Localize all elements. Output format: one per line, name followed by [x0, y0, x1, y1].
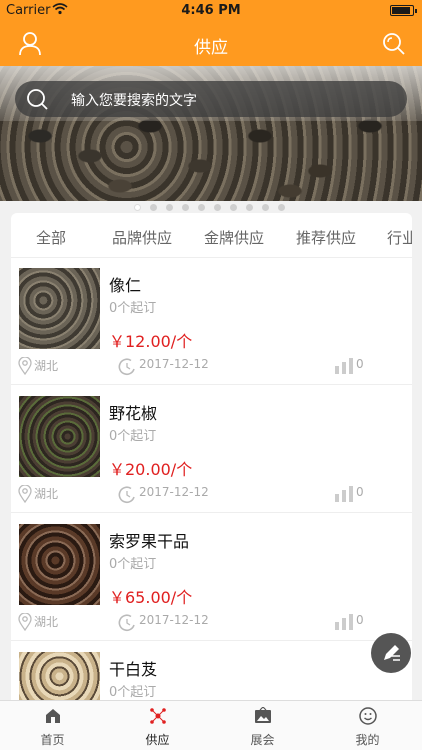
list-item[interactable]: 像仁 0个起订 ￥12.00/个 湖北 2017-12-12 0 — [11, 258, 412, 385]
product-price: ￥12.00/个 — [109, 332, 193, 351]
product-moq: 0个起订 — [109, 685, 157, 700]
product-location: 湖北 — [34, 359, 59, 373]
product-image — [19, 268, 100, 349]
status-bar: Carrier 4:46 PM — [0, 0, 422, 22]
exhibition-icon — [254, 706, 272, 725]
carousel-dots — [134, 204, 294, 212]
search-placeholder: 输入您要搜索的文字 — [71, 93, 197, 109]
carousel-dot[interactable] — [150, 204, 157, 211]
bottom-tab-bar: 首页 供应 展会 我的 — [0, 700, 422, 750]
carousel-dot[interactable] — [166, 204, 173, 211]
compose-button[interactable] — [371, 633, 411, 673]
category-tabs: 全部 品牌供应 金牌供应 推荐供应 行业 — [11, 213, 412, 258]
home-icon — [44, 707, 62, 725]
product-name: 干白芨 — [109, 660, 158, 679]
tab-brand-supply[interactable]: 品牌供应 — [112, 227, 172, 248]
carousel-dot[interactable] — [246, 204, 253, 211]
tab-home[interactable]: 首页 — [0, 701, 105, 750]
carousel-dot[interactable] — [182, 204, 189, 211]
product-views: 0 — [356, 357, 364, 371]
product-views: 0 — [356, 485, 364, 499]
tab-label: 展会 — [250, 733, 275, 747]
product-image — [19, 396, 100, 477]
tab-all[interactable]: 全部 — [36, 227, 66, 248]
views-chart-icon — [334, 358, 354, 374]
list-item[interactable]: 干白芨 0个起订 — [11, 642, 412, 700]
profile-icon — [359, 707, 377, 725]
search-input[interactable]: 输入您要搜索的文字 — [15, 81, 407, 117]
carousel-dot[interactable] — [230, 204, 237, 211]
product-price: ￥20.00/个 — [109, 460, 193, 479]
carousel-dot[interactable] — [214, 204, 221, 211]
carousel-dot[interactable] — [262, 204, 269, 211]
product-moq: 0个起订 — [109, 301, 157, 316]
location-pin-icon — [18, 356, 32, 376]
views-chart-icon — [334, 614, 354, 630]
tab-exhibition[interactable]: 展会 — [210, 701, 315, 750]
tab-profile[interactable]: 我的 — [315, 701, 420, 750]
supply-icon — [149, 707, 167, 725]
product-list: 像仁 0个起订 ￥12.00/个 湖北 2017-12-12 0 野花椒 0个起… — [11, 258, 412, 700]
carousel-dot[interactable] — [134, 204, 141, 211]
product-date: 2017-12-12 — [139, 613, 209, 627]
product-name: 像仁 — [109, 276, 142, 295]
location-pin-icon — [18, 484, 32, 504]
product-date: 2017-12-12 — [139, 485, 209, 499]
tab-recommended-supply[interactable]: 推荐供应 — [296, 227, 356, 248]
product-name: 索罗果干品 — [109, 532, 190, 551]
clock-icon — [118, 358, 136, 376]
page-title: 供应 — [194, 38, 228, 58]
clock-icon — [118, 486, 136, 504]
location-pin-icon — [18, 612, 32, 632]
tab-gold-supply[interactable]: 金牌供应 — [204, 227, 264, 248]
product-location: 湖北 — [34, 615, 59, 629]
tab-industry[interactable]: 行业 — [387, 227, 412, 248]
clock-icon — [118, 614, 136, 632]
product-moq: 0个起订 — [109, 557, 157, 572]
product-name: 野花椒 — [109, 404, 158, 423]
carousel-dot[interactable] — [278, 204, 285, 211]
battery-icon — [390, 5, 417, 16]
search-icon[interactable] — [380, 30, 408, 58]
product-moq: 0个起订 — [109, 429, 157, 444]
pen-icon — [384, 645, 400, 661]
product-views: 0 — [356, 613, 364, 627]
tab-label: 首页 — [40, 733, 65, 747]
product-image — [19, 652, 100, 700]
product-price: ￥65.00/个 — [109, 588, 193, 607]
tab-label: 我的 — [355, 733, 380, 747]
carousel-dot[interactable] — [198, 204, 205, 211]
tab-label: 供应 — [145, 733, 170, 747]
search-icon — [25, 87, 49, 111]
list-item[interactable]: 野花椒 0个起订 ￥20.00/个 湖北 2017-12-12 0 — [11, 386, 412, 513]
list-item[interactable]: 索罗果干品 0个起订 ￥65.00/个 湖北 2017-12-12 0 — [11, 514, 412, 641]
tab-supply[interactable]: 供应 — [105, 701, 210, 750]
views-chart-icon — [334, 486, 354, 502]
status-time: 4:46 PM — [181, 3, 241, 18]
product-location: 湖北 — [34, 487, 59, 501]
product-date: 2017-12-12 — [139, 357, 209, 371]
nav-bar: 供应 — [0, 22, 422, 66]
product-image — [19, 524, 100, 605]
